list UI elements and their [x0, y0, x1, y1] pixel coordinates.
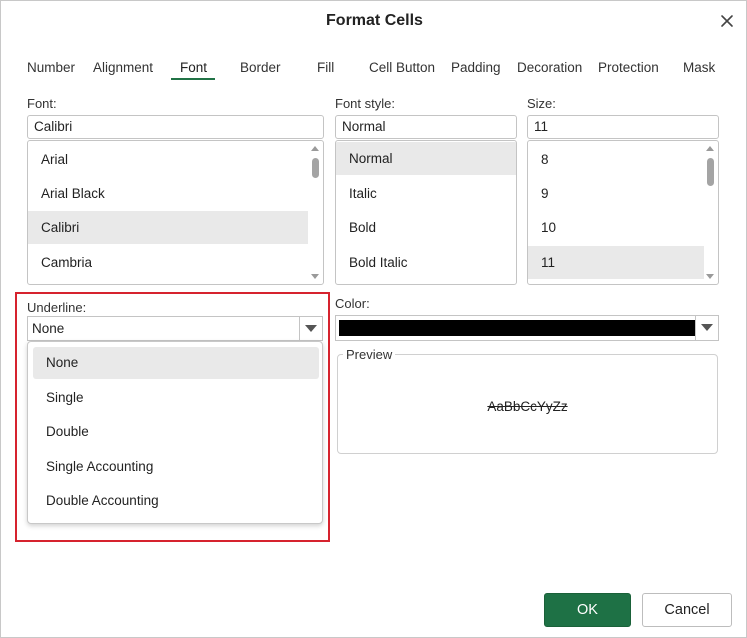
cancel-button[interactable]: Cancel: [642, 593, 732, 627]
tab-font[interactable]: Font: [180, 60, 207, 75]
tab-decoration[interactable]: Decoration: [517, 60, 582, 75]
menu-item[interactable]: Single Accounting: [33, 451, 319, 483]
preview-sample-text: AaBbCcYyZz: [487, 399, 568, 414]
menu-item[interactable]: Single: [33, 382, 319, 414]
scroll-up-icon[interactable]: [706, 146, 714, 151]
tab-mask[interactable]: Mask: [683, 60, 715, 75]
underline-dropdown-menu: None Single Double Single Accounting Dou…: [27, 341, 323, 524]
tab-border[interactable]: Border: [240, 60, 281, 75]
tab-alignment[interactable]: Alignment: [93, 60, 153, 75]
font-input[interactable]: Calibri: [27, 115, 324, 139]
font-label: Font:: [27, 96, 57, 111]
scroll-thumb[interactable]: [312, 158, 319, 178]
tab-protection[interactable]: Protection: [598, 60, 659, 75]
ok-button[interactable]: OK: [544, 593, 631, 627]
list-item[interactable]: Cambria: [28, 246, 308, 279]
color-picker[interactable]: [335, 315, 719, 341]
scroll-up-icon[interactable]: [311, 146, 319, 151]
scroll-thumb[interactable]: [707, 158, 714, 186]
active-tab-indicator: [171, 78, 215, 80]
chevron-down-icon[interactable]: [695, 316, 718, 340]
list-item[interactable]: Italic: [336, 177, 516, 210]
size-list-scrollbar[interactable]: [702, 141, 718, 284]
font-style-input[interactable]: Normal: [335, 115, 517, 139]
list-item[interactable]: Bold Italic: [336, 246, 516, 279]
close-icon[interactable]: [717, 11, 737, 31]
scroll-down-icon[interactable]: [311, 274, 319, 279]
list-item[interactable]: 8: [528, 143, 704, 176]
size-input[interactable]: 11: [527, 115, 719, 139]
scroll-down-icon[interactable]: [706, 274, 714, 279]
menu-item[interactable]: Double: [33, 416, 319, 448]
list-item[interactable]: 10: [528, 211, 704, 244]
color-swatch: [339, 320, 695, 336]
list-item[interactable]: 11: [528, 246, 704, 279]
tab-number[interactable]: Number: [27, 60, 75, 75]
list-item[interactable]: Bold: [336, 211, 516, 244]
size-list[interactable]: 8 9 10 11: [527, 140, 719, 285]
color-label: Color:: [335, 296, 370, 311]
font-list[interactable]: Arial Arial Black Calibri Cambria: [27, 140, 324, 285]
font-style-label: Font style:: [335, 96, 395, 111]
underline-value: None: [32, 321, 65, 336]
font-style-list[interactable]: Normal Italic Bold Bold Italic: [335, 140, 517, 285]
menu-item[interactable]: None: [33, 347, 319, 379]
font-list-scrollbar[interactable]: [307, 141, 323, 284]
menu-item[interactable]: Double Accounting: [33, 485, 319, 517]
underline-label: Underline:: [27, 300, 87, 315]
preview-legend: Preview: [343, 347, 396, 362]
list-item[interactable]: Arial Black: [28, 177, 308, 210]
list-item[interactable]: 9: [528, 177, 704, 210]
list-item[interactable]: Arial: [28, 143, 308, 176]
size-label: Size:: [527, 96, 556, 111]
underline-select[interactable]: None: [27, 316, 323, 341]
tab-padding[interactable]: Padding: [451, 60, 501, 75]
dialog-title: Format Cells: [326, 12, 423, 29]
tab-cell-button[interactable]: Cell Button: [369, 60, 435, 75]
list-item[interactable]: Normal: [336, 142, 516, 175]
chevron-down-icon[interactable]: [299, 317, 322, 340]
list-item[interactable]: Calibri: [28, 211, 308, 244]
tab-fill[interactable]: Fill: [317, 60, 334, 75]
